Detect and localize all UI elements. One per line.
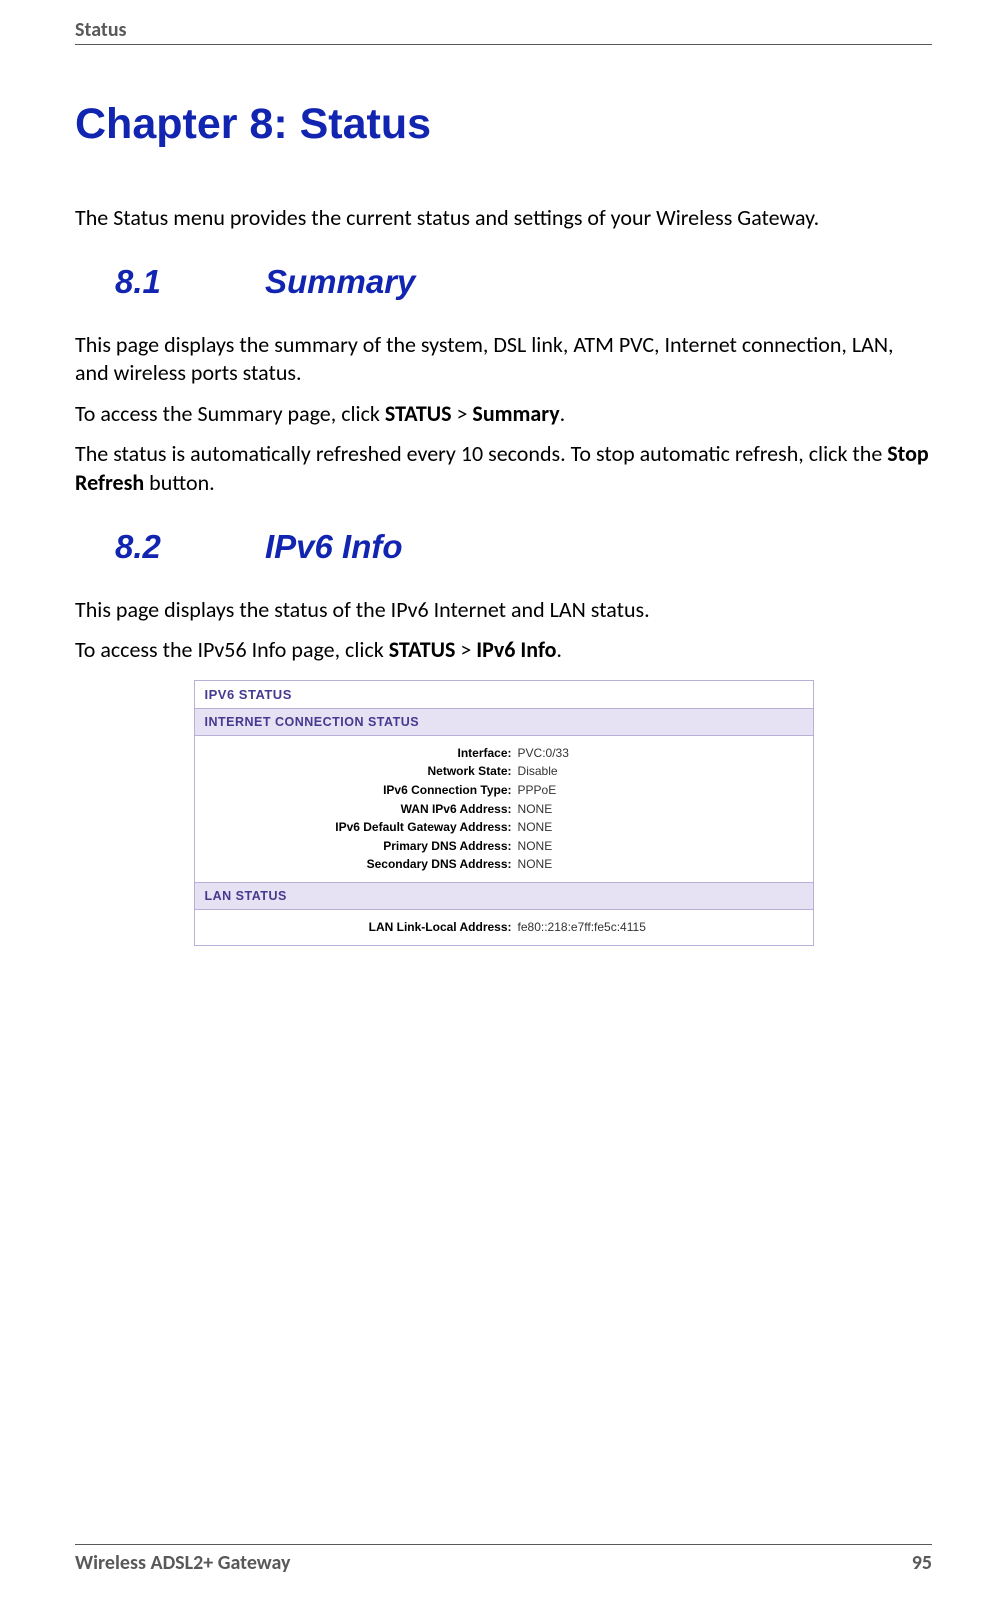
kv-row: IPv6 Default Gateway Address:NONE xyxy=(203,818,805,837)
page-footer: Wireless ADSL2+ Gateway 95 xyxy=(75,1544,932,1575)
breadcrumb-status: STATUS xyxy=(385,400,452,427)
footer-divider xyxy=(75,1544,932,1545)
breadcrumb-status: STATUS xyxy=(389,636,456,663)
kv-row: Network State:Disable xyxy=(203,762,805,781)
s81-p1: This page displays the summary of the sy… xyxy=(75,331,932,388)
kv-row: Interface:PVC:0/33 xyxy=(203,744,805,763)
breadcrumb-summary: Summary xyxy=(472,400,559,427)
section-title: Summary xyxy=(265,263,415,300)
panel-title: IPV6 STATUS xyxy=(195,681,813,708)
s82-p1: This page displays the status of the IPv… xyxy=(75,596,932,625)
panel-subheader-lan: LAN STATUS xyxy=(195,882,813,910)
s81-p3: The status is automatically refreshed ev… xyxy=(75,440,932,497)
ipv6-status-panel: IPV6 STATUS INTERNET CONNECTION STATUS I… xyxy=(194,680,814,946)
section-number: 8.1 xyxy=(115,263,265,301)
panel-subheader-internet: INTERNET CONNECTION STATUS xyxy=(195,708,813,736)
kv-row: WAN IPv6 Address:NONE xyxy=(203,800,805,819)
intro-paragraph: The Status menu provides the current sta… xyxy=(75,204,932,233)
footer-product: Wireless ADSL2+ Gateway xyxy=(75,1551,290,1575)
header-divider xyxy=(75,44,932,45)
footer-page-number: 95 xyxy=(912,1551,932,1575)
internet-status-body: Interface:PVC:0/33 Network State:Disable… xyxy=(195,736,813,882)
section-8-2-heading: 8.2IPv6 Info xyxy=(115,528,932,566)
chapter-title: Chapter 8: Status xyxy=(75,100,932,149)
s82-p2: To access the IPv56 Info page, click STA… xyxy=(75,636,932,665)
section-title: IPv6 Info xyxy=(265,528,403,565)
section-8-1-heading: 8.1Summary xyxy=(115,263,932,301)
lan-status-body: LAN Link-Local Address:fe80::218:e7ff:fe… xyxy=(195,910,813,945)
kv-row: LAN Link-Local Address:fe80::218:e7ff:fe… xyxy=(203,918,805,937)
section-number: 8.2 xyxy=(115,528,265,566)
kv-row: Secondary DNS Address:NONE xyxy=(203,855,805,874)
kv-row: IPv6 Connection Type:PPPoE xyxy=(203,781,805,800)
s81-p2: To access the Summary page, click STATUS… xyxy=(75,400,932,429)
breadcrumb-ipv6info: IPv6 Info xyxy=(476,636,556,663)
kv-row: Primary DNS Address:NONE xyxy=(203,837,805,856)
page-header-section: Status xyxy=(75,18,932,44)
